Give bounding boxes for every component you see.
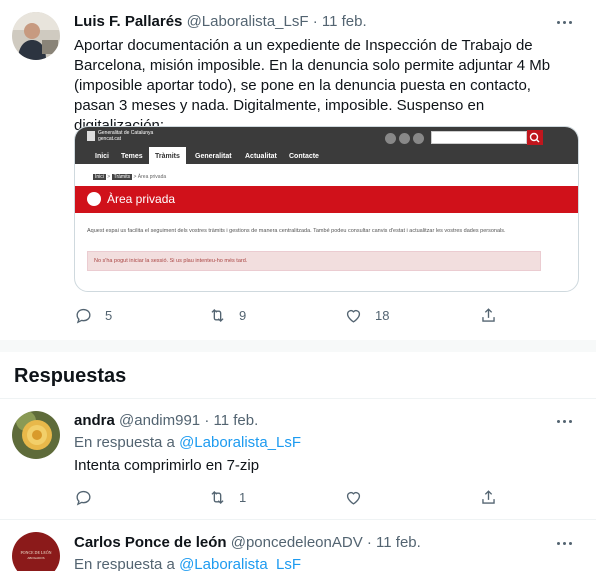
main-tweet[interactable]: Luis F. Pallarés @Laboralista_LsF · 11 f… xyxy=(0,0,596,340)
gencat-nav-item: Inici xyxy=(95,153,110,160)
tweet-date[interactable]: 11 feb. xyxy=(376,534,421,551)
gencat-intro-text: Aquest espai us facilita el seguiment de… xyxy=(87,228,506,234)
gencat-crumb: Tràmits xyxy=(111,174,133,180)
reply-tweet[interactable]: PONCE DE LEÓN ABOGADOS Carlos Ponce de l… xyxy=(0,520,596,571)
reply-count: 5 xyxy=(105,307,113,323)
gencat-crumb: Inici xyxy=(93,174,106,180)
reply-prefix: En respuesta a xyxy=(74,556,175,571)
avatar[interactable] xyxy=(12,12,60,60)
share-button[interactable] xyxy=(479,304,498,326)
share-button[interactable] xyxy=(479,486,498,508)
reply-context: En respuesta a @Laboralista_LsF xyxy=(74,555,301,571)
reply-icon xyxy=(76,490,91,506)
tweet-header: Luis F. Pallarés @Laboralista_LsF · 11 f… xyxy=(74,12,367,32)
search-icon xyxy=(529,132,540,143)
gencat-logo-icon xyxy=(87,131,95,141)
reply-prefix: En respuesta a xyxy=(74,434,175,451)
gencat-circle-icon xyxy=(413,133,424,144)
retweet-icon xyxy=(211,490,224,504)
like-button[interactable] xyxy=(344,486,375,508)
reply-tweet[interactable]: andra @andim991 · 11 feb. En respuesta a… xyxy=(0,399,596,519)
like-count: 18 xyxy=(375,307,390,323)
share-icon xyxy=(482,489,495,504)
tweet-header: andra @andim991 · 11 feb. xyxy=(74,411,258,431)
retweet-icon xyxy=(211,308,224,322)
separator: · xyxy=(204,412,210,429)
retweet-count: 9 xyxy=(239,307,247,323)
tweet-header: Carlos Ponce de león @poncedeleonADV · 1… xyxy=(74,533,421,553)
tweet-text: Aportar documentación a un expediente de… xyxy=(74,37,551,134)
heart-icon xyxy=(346,309,361,323)
separator: · xyxy=(312,13,318,30)
gencat-error-alert: No s'ha pogut iniciar la sessió. Si us p… xyxy=(87,251,541,271)
gencat-circle-icon xyxy=(399,133,410,144)
private-area-icon xyxy=(87,192,101,206)
reply-context: En respuesta a @Laboralista_LsF xyxy=(74,433,301,453)
tweet-text: Intenta comprimirlo en 7-zip xyxy=(74,457,260,474)
divider xyxy=(0,340,596,352)
separator: · xyxy=(366,534,372,551)
avatar[interactable]: PONCE DE LEÓN ABOGADOS xyxy=(12,532,60,571)
tweet-actions: 1 xyxy=(74,486,514,508)
tweet-date[interactable]: 11 feb. xyxy=(322,13,367,30)
gencat-crumb: Àrea privada xyxy=(137,174,167,180)
retweet-button[interactable]: 1 xyxy=(208,486,246,508)
gencat-search-input xyxy=(431,131,527,144)
gencat-search-button xyxy=(527,130,543,145)
tweet-actions: 5 9 18 xyxy=(74,304,514,326)
gencat-breadcrumb: Inici > Tràmits > Àrea privada xyxy=(93,174,167,180)
author-handle[interactable]: @andim991 xyxy=(119,412,200,429)
tweet-date[interactable]: 11 feb. xyxy=(213,412,258,429)
author-name[interactable]: andra xyxy=(74,412,115,429)
tweet-image[interactable]: Generalitat de Catalunya gencat.cat Inic… xyxy=(74,126,579,292)
like-button[interactable]: 18 xyxy=(344,304,389,326)
gencat-logo-text: Generalitat de Catalunya gencat.cat xyxy=(98,130,154,142)
author-name[interactable]: Carlos Ponce de león xyxy=(74,534,227,551)
section-title: Respuestas xyxy=(14,365,127,387)
reply-icon xyxy=(76,308,91,324)
heart-icon xyxy=(346,491,361,505)
reply-button[interactable] xyxy=(74,486,105,508)
gencat-nav-item: Temes xyxy=(121,153,143,160)
gencat-banner-title: Àrea privada xyxy=(107,192,176,206)
more-options-icon[interactable] xyxy=(554,15,574,29)
retweet-button[interactable]: 9 xyxy=(208,304,246,326)
gencat-nav-item: Actualitat xyxy=(245,153,277,160)
avatar[interactable] xyxy=(12,411,60,459)
avatar-logo-subtext: ABOGADOS xyxy=(27,556,45,560)
author-handle[interactable]: @poncedeleonADV xyxy=(231,534,363,551)
reply-button[interactable]: 5 xyxy=(74,304,112,326)
gencat-nav-item-active: Tràmits xyxy=(149,147,186,164)
gencat-circle-icon xyxy=(385,133,396,144)
reply-to-handle[interactable]: @Laboralista_LsF xyxy=(179,556,301,571)
more-options-icon[interactable] xyxy=(554,414,574,428)
gencat-nav-item: Generalitat xyxy=(195,153,232,160)
author-handle[interactable]: @Laboralista_LsF xyxy=(187,13,309,30)
author-name[interactable]: Luis F. Pallarés xyxy=(74,13,182,30)
retweet-count: 1 xyxy=(239,489,247,505)
share-icon xyxy=(482,307,495,322)
avatar-logo-text: PONCE DE LEÓN xyxy=(20,550,52,555)
reply-to-handle[interactable]: @Laboralista_LsF xyxy=(179,434,301,451)
more-options-icon[interactable] xyxy=(554,536,574,550)
gencat-nav-item: Contacte xyxy=(289,153,319,160)
